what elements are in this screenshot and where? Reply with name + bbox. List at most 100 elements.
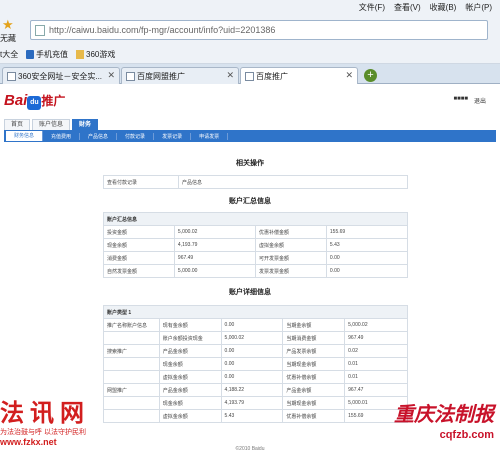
related-ops-table: 查看付款记录 产品信息 [103,175,408,189]
bookmark-daquan[interactable]: t大全 [0,49,18,60]
summary-label: 虚拟金余额 [254,238,327,252]
detail-row: 虚拟金余额 5.43 优惠补偿余额 155.69 [103,409,408,423]
detail-group: 推广名称账户信息 [103,318,160,332]
summary-row: 消费金额 967.49 可开发票金额 0.00 [103,251,409,265]
finance-subnav: 财务信息 充值费用 产品信息 付款记录 发票记录 申请发票 [4,130,496,142]
detail-header: 账户类型 1 [103,305,408,319]
menu-file[interactable]: 文件(F) [359,2,385,13]
detail-value: 0.01 [344,357,408,371]
summary-label: 现金余额 [103,238,175,252]
detail-value: 0.00 [220,370,284,384]
summary-value: 967.49 [173,251,256,265]
detail-value: 0.01 [344,370,408,384]
detail-label: 现金余额 [158,396,222,410]
summary-label: 消费金额 [103,251,175,265]
menu-favorites[interactable]: 收藏(B) [430,2,457,13]
detail-label: 产品金余额 [158,383,222,397]
username-link[interactable]: ■■■■ [453,96,468,105]
subnav-recharge[interactable]: 充值费用 [43,132,81,140]
summary-label: 发票发票金额 [254,264,327,278]
close-tab-icon[interactable]: ✕ [107,70,115,81]
address-row: ★ 无藏 [0,16,500,46]
baidu-paw-icon: du [27,96,42,110]
detail-value: 0.00 [220,318,284,332]
subnav-product-info[interactable]: 产品信息 [80,132,118,140]
phone-icon [26,50,34,59]
detail-value: 5,000.02 [344,318,408,332]
summary-value: 155.69 [325,225,409,239]
tab-360-safe[interactable]: 360安全网址－安全实... ✕ [2,67,120,84]
detail-value: 0.02 [344,344,408,358]
fazixun-logo-text: 法讯网 [0,398,90,427]
view-payments-link[interactable]: 查看付款记录 [103,175,179,189]
browser-menubar: 文件(F) 查看(V) 收藏(B) 帐户(P) [0,0,500,16]
detail-row: 现金余额 4,193.79 当期现金余额 5,000.01 [103,396,408,410]
nav-finance[interactable]: 财务 [72,119,99,130]
address-bar[interactable] [30,20,488,40]
close-tab-icon[interactable]: ✕ [226,70,234,81]
menu-account[interactable]: 帐户(P) [465,2,492,13]
tab-baidu-promotion[interactable]: 百度推广 ✕ [240,67,358,84]
cqfzb-watermark: 重庆法制报 cqfzb.com [394,398,494,441]
detail-value: 0.00 [220,357,284,371]
url-input[interactable] [49,23,469,37]
related-ops-title: 相关操作 [236,160,264,167]
tab-baidu-union[interactable]: 百度网盟推广 ✕ [121,67,239,84]
favorites-star-icon[interactable]: ★ [2,18,16,32]
subnav-payment-records[interactable]: 付款记录 [117,132,155,140]
baidu-promotion-logo[interactable]: Bai du 推广 [4,92,65,110]
summary-value: 5,000.02 [173,225,256,239]
product-info-link[interactable]: 产品信息 [178,175,408,189]
detail-row: 现金余额 0.00 当期现金余额 0.01 [103,357,408,371]
summary-value: 5.43 [325,238,409,252]
detail-value: 4,188.22 [220,383,284,397]
subnav-finance-info[interactable]: 财务信息 [6,131,44,141]
detail-row: 账户余额投资现金 5,000.02 当期消费金额 967.49 [103,331,408,345]
summary-label: 自然发票金额 [103,264,175,278]
bookmark-phone-recharge[interactable]: 手机充值 [26,49,68,60]
favorites-label[interactable]: 无藏 [0,33,16,44]
bookmark-360-games[interactable]: 360游戏 [76,49,115,60]
menu-view[interactable]: 查看(V) [394,2,421,13]
detail-value: 5.43 [220,409,284,423]
detail-label: 当期现金余额 [282,396,346,410]
detail-row: 虚拟金余额 0.00 优惠补偿余额 0.01 [103,370,408,384]
page-icon [35,25,45,36]
detail-group [103,370,160,384]
detail-value: 967.47 [344,383,408,397]
summary-title: 账户汇总信息 [229,198,271,205]
summary-row: 投资金额 5,000.02 优惠补偿金额 155.69 [103,225,409,239]
site-favicon-icon [126,71,135,81]
detail-row: 搜索推广 产品金余额 0.00 产品发票余额 0.02 [103,344,408,358]
detail-label: 现有金余额 [158,318,222,332]
fazixun-url: www.fzkx.net [0,437,57,447]
detail-group [103,331,160,345]
detail-row: 推广名称账户信息 现有金余额 0.00 当期金余额 5,000.02 [103,318,408,332]
detail-label: 账户余额投资现金 [158,331,222,345]
tab-bar: 360安全网址－安全实... ✕ 百度网盟推广 ✕ 百度推广 ✕ + [0,64,500,84]
nav-account-info[interactable]: 账户信息 [32,119,71,130]
summary-value: 5,000.00 [173,264,256,278]
site-favicon-icon [7,71,16,81]
detail-label: 优惠补偿余额 [282,370,346,384]
detail-row: 网盟推广 产品金余额 4,188.22 产品金余额 967.47 [103,383,408,397]
cqfzb-domain: cqfzb.com [439,429,494,441]
nav-home[interactable]: 首页 [4,119,31,130]
detail-label: 产品发票余额 [282,344,346,358]
new-tab-plus-icon[interactable]: + [364,69,377,82]
close-tab-icon[interactable]: ✕ [345,70,353,81]
detail-label: 当期消费金额 [282,331,346,345]
summary-label: 投资金额 [103,225,175,239]
detail-label: 产品金余额 [158,344,222,358]
subnav-invoice-records[interactable]: 发票记录 [154,132,192,140]
fazixun-watermark: 法讯网 为法治鼓与呼 以法守护民利 www.fzkx.net [0,398,120,448]
subnav-apply-invoice[interactable]: 申请发票 [191,132,229,140]
detail-label: 产品金余额 [282,383,346,397]
site-favicon-icon [245,71,254,81]
bookmarks-bar: t大全 手机充值 360游戏 [0,46,500,64]
detail-label: 虚拟金余额 [158,370,222,384]
main-nav: 首页 账户信息 财务 [4,119,99,130]
detail-label: 优惠补偿余额 [282,409,346,423]
logout-link[interactable]: 退出 [474,96,486,105]
detail-value: 967.49 [344,331,408,345]
